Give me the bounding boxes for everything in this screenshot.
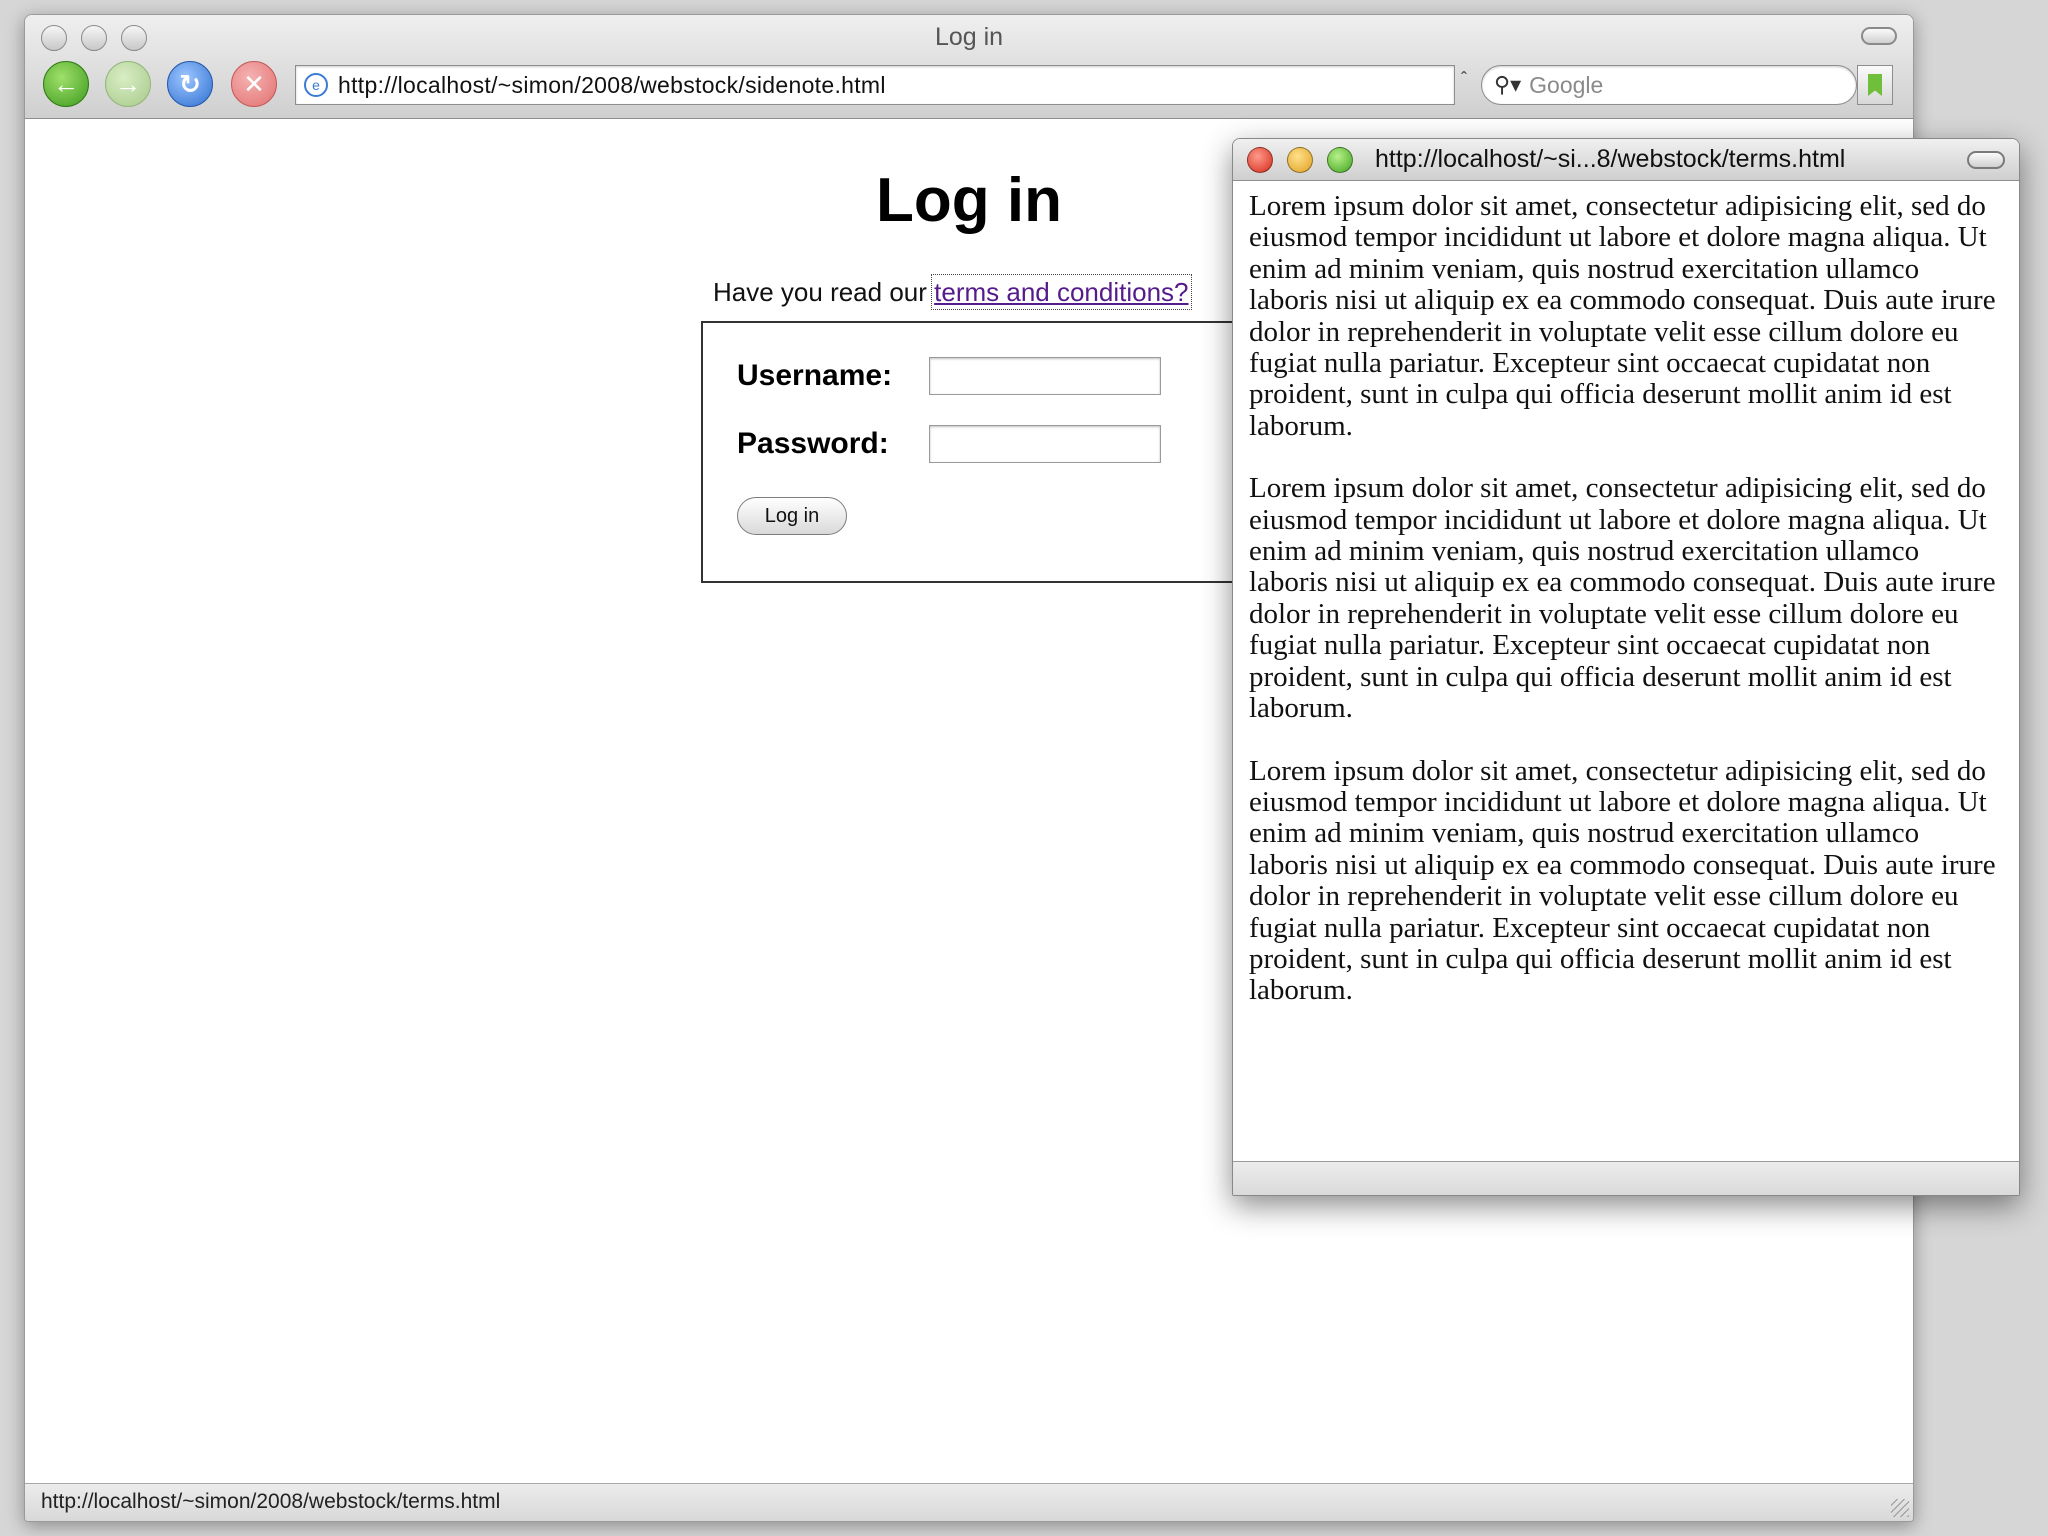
site-globe-icon: e [304,73,328,97]
bookmarks-button[interactable] [1857,65,1893,105]
password-label: Password: [737,427,889,460]
forward-arrow-icon: → [115,68,141,99]
terms-popup-window: http://localhost/~si...8/webstock/terms.… [1232,138,2020,1196]
popup-window-controls [1247,147,1353,173]
status-text: http://localhost/~simon/2008/webstock/te… [41,1490,501,1513]
terms-link[interactable]: terms and conditions? [931,274,1192,310]
stop-icon: ✕ [243,68,265,99]
password-input[interactable] [929,425,1161,463]
bookmark-icon [1868,74,1882,96]
terms-prompt: Have you read our terms and conditions? [713,274,1192,310]
terms-paragraph: Lorem ipsum dolor sit amet, consectetur … [1249,754,1996,1007]
popup-toolbar-toggle-button[interactable] [1967,151,2005,169]
username-label: Username: [737,359,893,392]
login-button[interactable]: Log in [737,497,847,535]
terms-paragraph: Lorem ipsum dolor sit amet, consectetur … [1249,190,1996,442]
address-bar-url[interactable]: http://localhost/~simon/2008/webstock/si… [338,72,886,99]
popup-zoom-button[interactable] [1327,147,1353,173]
window-title: Log in [934,23,1004,51]
search-icon[interactable]: ⚲▾ [1494,72,1521,98]
forward-button[interactable]: → [105,61,151,107]
address-bar[interactable]: e http://localhost/~simon/2008/webstock/… [295,65,1455,105]
login-form: Username: Password: Log in [701,321,1301,583]
popup-minimize-button[interactable] [1287,147,1313,173]
search-field[interactable]: ⚲▾ Google [1481,65,1857,105]
toolbar-toggle-button[interactable] [1861,27,1897,45]
status-bar: http://localhost/~simon/2008/webstock/te… [25,1483,1913,1521]
reload-icon: ↻ [179,68,201,99]
reload-button[interactable]: ↻ [167,61,213,107]
popup-close-button[interactable] [1247,147,1273,173]
terms-paragraph: Lorem ipsum dolor sit amet, consectetur … [1249,472,1996,725]
terms-prompt-text: Have you read our [713,277,935,307]
terms-content: Lorem ipsum dolor sit amet, consectetur … [1249,190,1999,1038]
username-input[interactable] [929,357,1161,395]
popup-title: http://localhost/~si...8/webstock/terms.… [1375,145,1846,173]
address-dropdown-icon[interactable]: ˆ [1461,69,1467,90]
browser-toolbar: Log in ← → ↻ ✕ e http://localhost/~simon… [25,15,1913,119]
stop-button[interactable]: ✕ [231,61,277,107]
search-placeholder: Google [1529,71,1604,98]
popup-status-bar [1233,1161,2019,1195]
popup-titlebar[interactable]: http://localhost/~si...8/webstock/terms.… [1233,139,2019,181]
back-button[interactable]: ← [43,61,89,107]
resize-grip-icon[interactable] [1891,1499,1909,1517]
back-arrow-icon: ← [53,68,79,99]
